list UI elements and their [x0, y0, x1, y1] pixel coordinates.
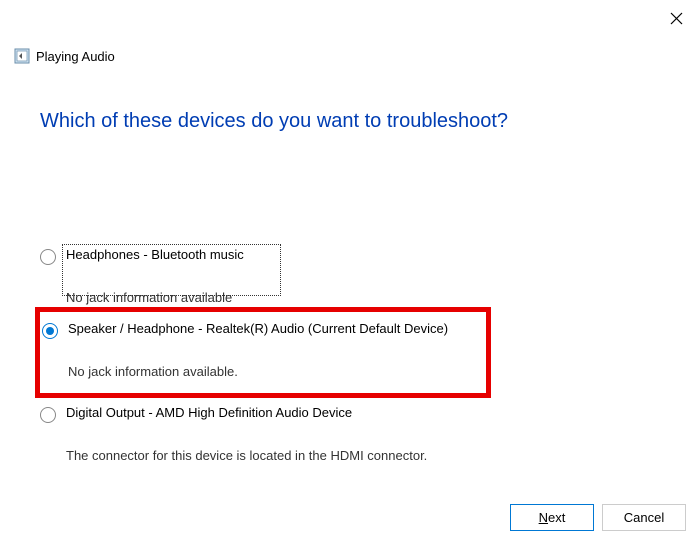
- radio-icon-selected: [42, 323, 58, 339]
- close-button[interactable]: [666, 8, 686, 28]
- highlighted-selection-box: Speaker / Headphone - Realtek(R) Audio (…: [35, 307, 491, 398]
- option-subtext: The connector for this device is located…: [66, 448, 660, 463]
- wizard-header: Playing Audio: [14, 48, 115, 64]
- wizard-footer: Next Cancel: [510, 504, 686, 531]
- option-label: Speaker / Headphone - Realtek(R) Audio (…: [68, 321, 448, 336]
- option-subtext: No jack information available: [66, 290, 261, 305]
- radio-icon: [40, 249, 56, 265]
- option-digital-output-amd[interactable]: Digital Output - AMD High Definition Aud…: [40, 402, 660, 463]
- option-label: Headphones - Bluetooth music: [66, 247, 244, 262]
- option-headphones-bluetooth[interactable]: Headphones - Bluetooth music No jack inf…: [40, 244, 660, 305]
- option-speaker-realtek[interactable]: Speaker / Headphone - Realtek(R) Audio (…: [42, 318, 480, 379]
- audio-troubleshoot-icon: [14, 48, 30, 64]
- cancel-button[interactable]: Cancel: [602, 504, 686, 531]
- close-icon: [670, 12, 683, 25]
- page-heading: Which of these devices do you want to tr…: [40, 110, 508, 133]
- radio-icon: [40, 407, 56, 423]
- next-rest: ext: [548, 510, 565, 525]
- device-options-list: Headphones - Bluetooth music No jack inf…: [40, 244, 660, 471]
- option-label: Digital Output - AMD High Definition Aud…: [66, 405, 352, 420]
- option-subtext: No jack information available.: [68, 364, 480, 379]
- next-mnemonic: N: [539, 510, 548, 525]
- next-button[interactable]: Next: [510, 504, 594, 531]
- wizard-title: Playing Audio: [36, 49, 115, 64]
